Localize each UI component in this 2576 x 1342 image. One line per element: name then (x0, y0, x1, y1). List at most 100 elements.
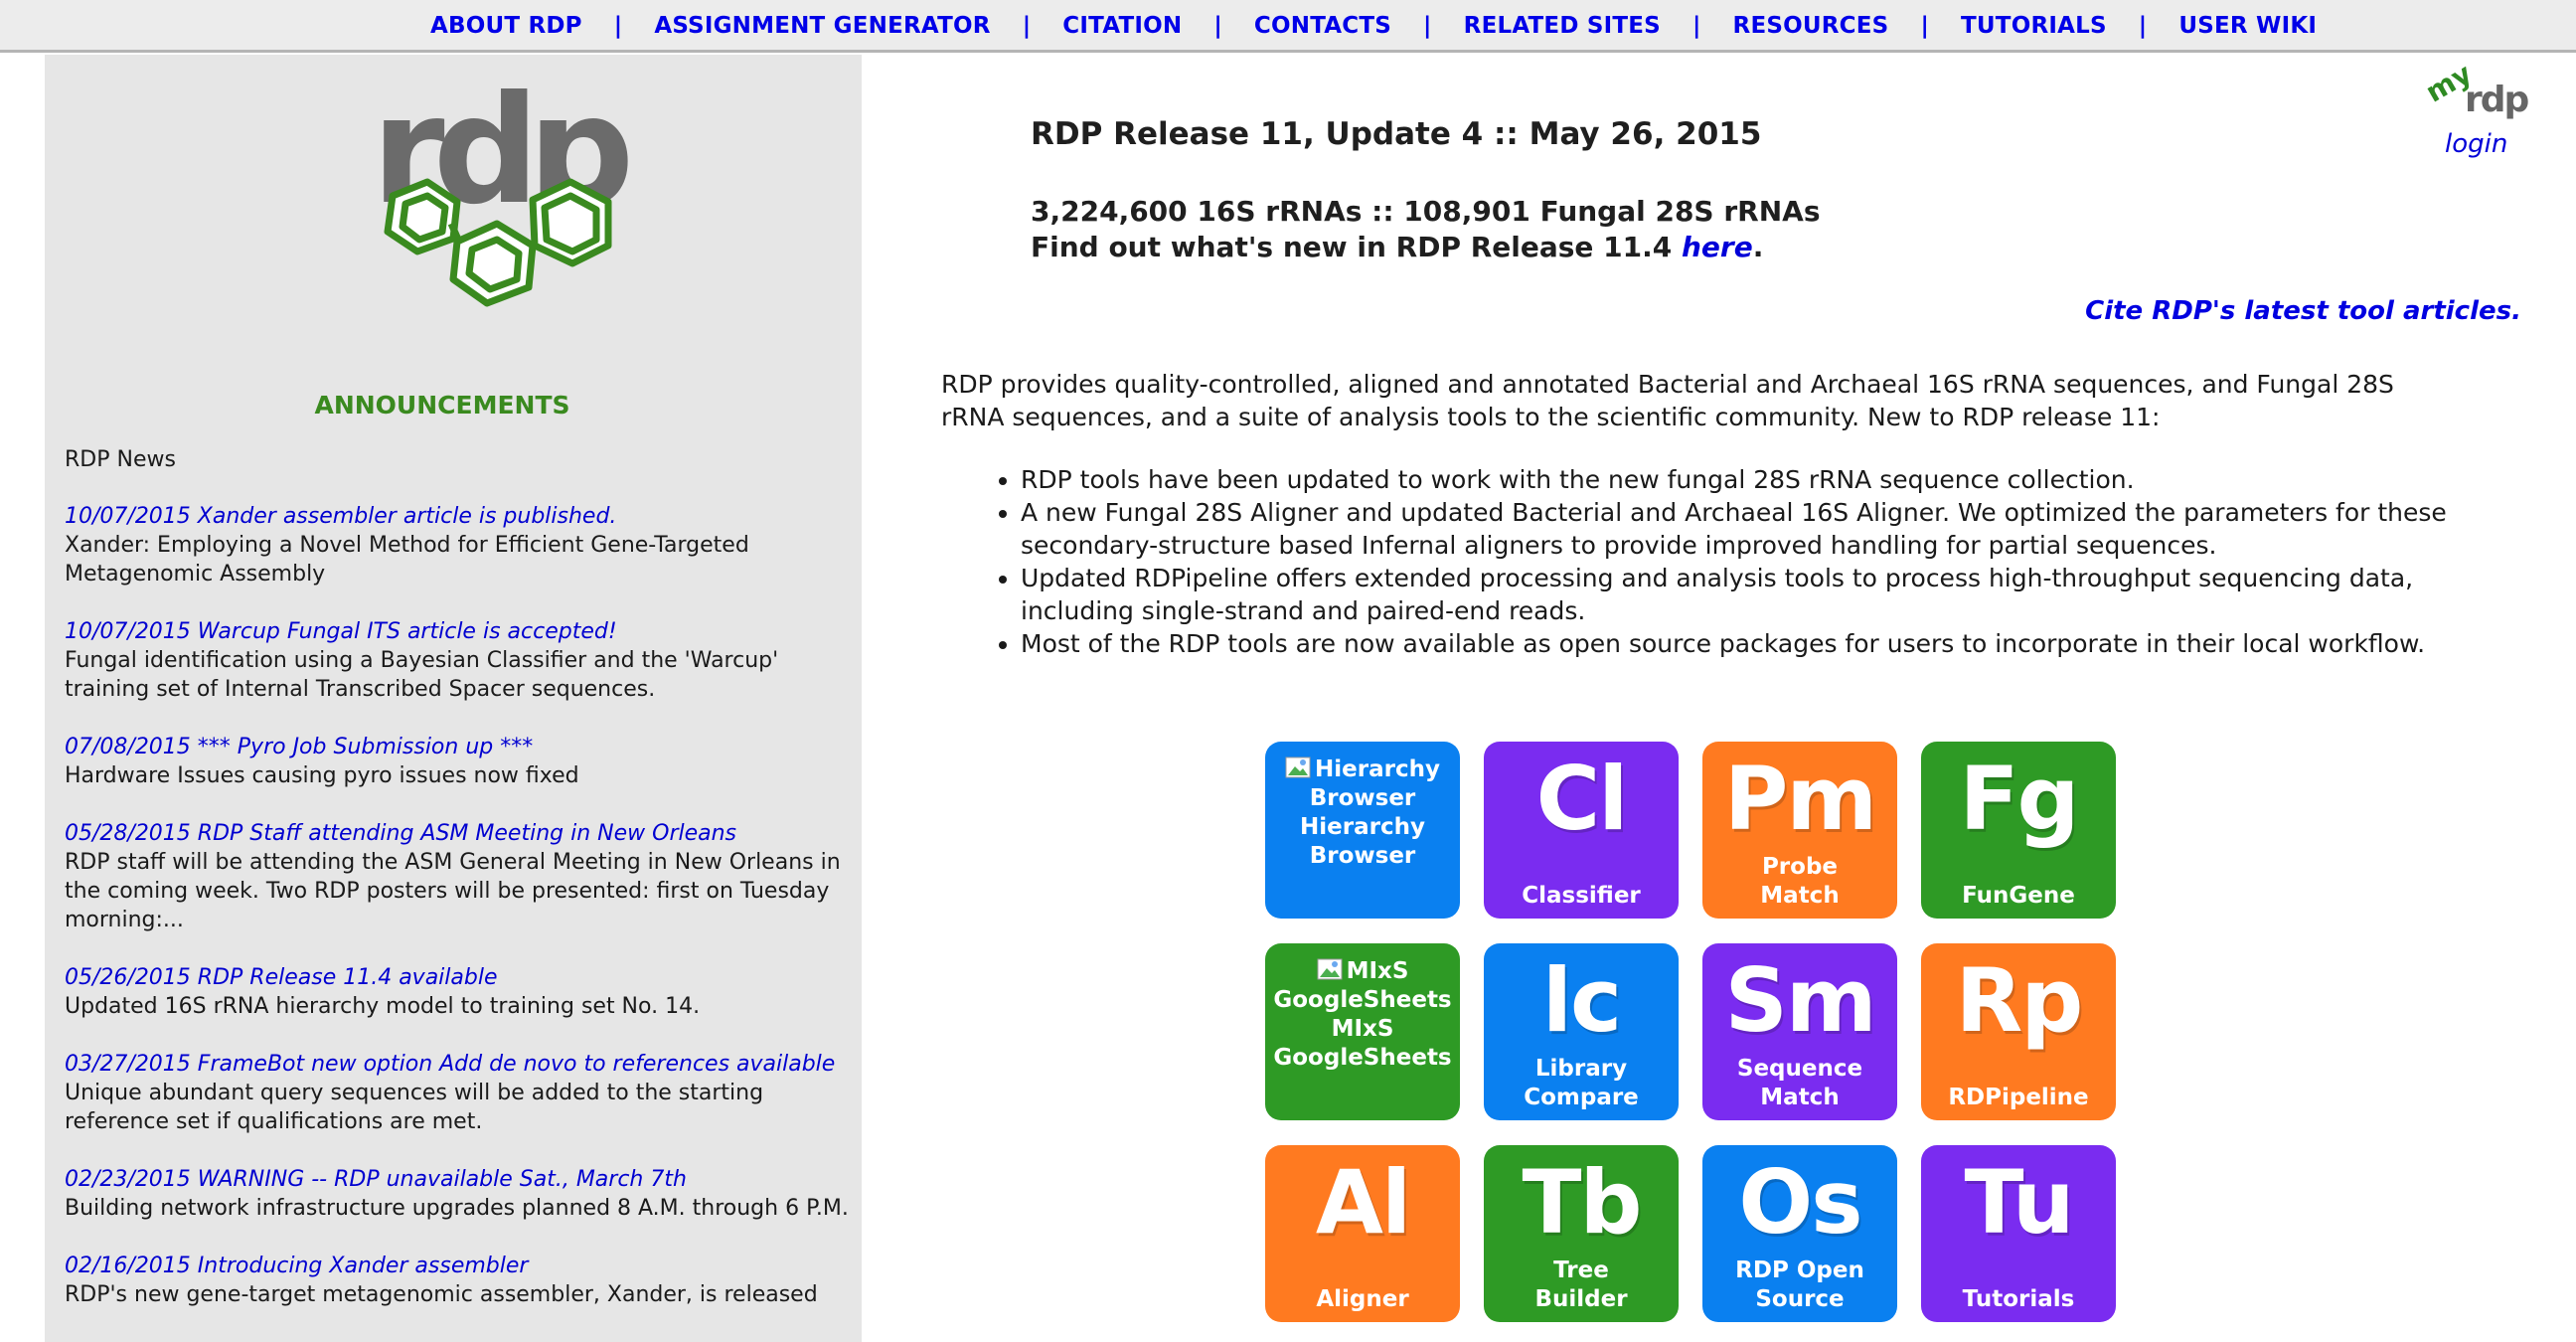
broken-image-icon (1285, 756, 1311, 778)
tool-label: RDP Open Source (1735, 1258, 1864, 1312)
tool-library-compare-icon: lc (1541, 949, 1622, 1052)
nav-separator: | (1213, 13, 1222, 39)
nav-separator: | (1022, 13, 1032, 39)
tool-label: Sequence Match (1736, 1056, 1863, 1110)
sequence-stats: 3,224,600 16S rRNAs :: 108,901 Fungal 28… (1031, 195, 1821, 228)
whats-new-line: Find out what's new in RDP Release 11.4 … (1031, 231, 1763, 263)
tool-label: Classifier (1522, 883, 1641, 909)
tool-label: Hierarchy Browser (1300, 814, 1425, 869)
nav-related-sites[interactable]: RELATED SITES (1464, 13, 1661, 39)
news-description: RDP's new gene-target metagenomic assemb… (65, 1282, 818, 1307)
nav-separator: | (2138, 13, 2148, 39)
tool-label: Aligner (1316, 1286, 1409, 1312)
news-item: 05/26/2015 RDP Release 11.4 available Up… (65, 963, 860, 1021)
news-description: Fungal identification using a Bayesian C… (65, 648, 779, 702)
nav-separator: | (1691, 13, 1701, 39)
cite-articles-link[interactable]: Cite RDP's latest tool articles. (2085, 296, 2521, 326)
tool-probe-match-icon: Pm (1723, 748, 1877, 850)
news-item: 02/23/2015 WARNING -- RDP unavailable Sa… (65, 1165, 860, 1223)
news-description: RDP staff will be attending the ASM Gene… (65, 850, 841, 932)
news-header: RDP News (65, 447, 176, 472)
tool-label: RDPipeline (1948, 1085, 2089, 1110)
tool-rdpipeline[interactable]: Rp RDPipeline (1921, 943, 2116, 1120)
tool-fungene[interactable]: Fg FunGene (1921, 742, 2116, 919)
nav-about-rdp[interactable]: ABOUT RDP (430, 13, 582, 39)
nav-tutorials[interactable]: TUTORIALS (1961, 13, 2107, 39)
nav-separator: | (613, 13, 623, 39)
tool-grid: Hierarchy Browser Hierarchy Browser Cl C… (1265, 742, 2120, 1322)
feature-item: A new Fungal 28S Aligner and updated Bac… (1021, 496, 2511, 562)
announcements-title: ANNOUNCEMENTS (314, 391, 570, 419)
nav-contacts[interactable]: CONTACTS (1254, 13, 1391, 39)
news-item: 10/07/2015 Warcup Fungal ITS article is … (65, 617, 860, 704)
intro-paragraph: RDP provides quality-controlled, aligned… (941, 370, 2394, 431)
tool-classifier-icon: Cl (1535, 748, 1629, 850)
broken-image-alt: MIxS GoogleSheets MIxS GoogleSheets (1271, 957, 1454, 1073)
tool-rdp-open-source[interactable]: Os RDP Open Source (1702, 1145, 1897, 1322)
tool-aligner-icon: Al (1315, 1151, 1411, 1254)
tool-tutorials-icon: Tu (1964, 1151, 2074, 1254)
nav-user-wiki[interactable]: USER WIKI (2178, 13, 2317, 39)
news-link[interactable]: 05/28/2015 RDP Staff attending ASM Meeti… (65, 819, 860, 848)
tool-tree-builder[interactable]: Tb Tree Builder (1484, 1145, 1679, 1322)
myrdp-logo-rdp: rdp (2465, 80, 2529, 119)
tool-label: FunGene (1962, 883, 2075, 909)
nav-citation[interactable]: CITATION (1062, 13, 1182, 39)
feature-item: RDP tools have been updated to work with… (1021, 463, 2511, 496)
nav-assignment-generator[interactable]: ASSIGNMENT GENERATOR (654, 13, 990, 39)
tool-hierarchy-browser[interactable]: Hierarchy Browser Hierarchy Browser (1265, 742, 1460, 919)
whats-new-suffix: . (1752, 231, 1764, 263)
tool-rdp-open-source-icon: Os (1738, 1151, 1862, 1254)
nav-links: ABOUT RDP | ASSIGNMENT GENERATOR | CITAT… (430, 11, 2317, 41)
announcements-sidebar: rdp ANNOUNCEMENTS RDP News 10/07/2015 Xa… (45, 55, 862, 1342)
news-link[interactable]: 10/07/2015 Warcup Fungal ITS article is … (65, 617, 860, 646)
news-link[interactable]: 05/26/2015 RDP Release 11.4 available (65, 963, 860, 992)
release-title: RDP Release 11, Update 4 :: May 26, 2015 (1031, 116, 1762, 152)
feature-item: Updated RDPipeline offers extended proce… (1021, 562, 2511, 627)
broken-image-alt-text: MIxS GoogleSheets (1273, 958, 1452, 1013)
news-description: Unique abundant query sequences will be … (65, 1081, 764, 1134)
news-link[interactable]: 10/07/2015 Xander assembler article is p… (65, 502, 860, 531)
news-description: Xander: Employing a Novel Method for Eff… (65, 533, 749, 587)
broken-image-icon (1317, 958, 1343, 980)
tool-sequence-match[interactable]: Sm Sequence Match (1702, 943, 1897, 1120)
tool-aligner[interactable]: Al Aligner (1265, 1145, 1460, 1322)
tool-probe-match[interactable]: Pm Probe Match (1702, 742, 1897, 919)
news-item: 02/16/2015 Introducing Xander assembler … (65, 1252, 860, 1309)
tool-label: Library Compare (1524, 1056, 1639, 1110)
news-item: 05/28/2015 RDP Staff attending ASM Meeti… (65, 819, 860, 934)
news-link[interactable]: 03/27/2015 FrameBot new option Add de no… (65, 1050, 860, 1079)
feature-item: Most of the RDP tools are now available … (1021, 627, 2511, 660)
tool-label: Probe Match (1760, 854, 1840, 909)
news-item: 10/07/2015 Xander assembler article is p… (65, 502, 860, 588)
myrdp-logo-icon[interactable]: my rdp (2425, 62, 2534, 119)
tool-library-compare[interactable]: lc Library Compare (1484, 943, 1679, 1120)
news-link[interactable]: 07/08/2015 *** Pyro Job Submission up **… (65, 733, 860, 761)
tool-sequence-match-icon: Sm (1724, 949, 1876, 1052)
whats-new-text: Find out what's new in RDP Release 11.4 (1031, 231, 1682, 263)
tool-label: Tree Builder (1534, 1258, 1628, 1312)
broken-image-alt: Hierarchy Browser Hierarchy Browser (1271, 755, 1454, 871)
tool-rdpipeline-icon: Rp (1955, 949, 2084, 1052)
nav-separator: | (1423, 13, 1432, 39)
rdp-logo-icon[interactable]: rdp (348, 75, 646, 343)
top-navigation-bar: ABOUT RDP | ASSIGNMENT GENERATOR | CITAT… (0, 0, 2576, 53)
news-description: Hardware Issues causing pyro issues now … (65, 763, 579, 788)
news-description: Updated 16S rRNA hierarchy model to trai… (65, 994, 701, 1019)
news-description: Building network infrastructure upgrades… (65, 1196, 849, 1221)
tool-label: MIxS GoogleSheets (1273, 1016, 1452, 1071)
nav-resources[interactable]: RESOURCES (1733, 13, 1889, 39)
tool-tree-builder-icon: Tb (1522, 1151, 1642, 1254)
login-link[interactable]: login (2445, 129, 2507, 159)
news-item: 07/08/2015 *** Pyro Job Submission up **… (65, 733, 860, 790)
news-link[interactable]: 02/23/2015 WARNING -- RDP unavailable Sa… (65, 1165, 860, 1194)
tool-mixs-googlesheets[interactable]: MIxS GoogleSheets MIxS GoogleSheets (1265, 943, 1460, 1120)
tool-label: Tutorials (1962, 1286, 2075, 1312)
nav-separator: | (1920, 13, 1930, 39)
news-list: 10/07/2015 Xander assembler article is p… (65, 502, 860, 1338)
news-link[interactable]: 02/16/2015 Introducing Xander assembler (65, 1252, 860, 1280)
tool-classifier[interactable]: Cl Classifier (1484, 742, 1679, 919)
tool-tutorials[interactable]: Tu Tutorials (1921, 1145, 2116, 1322)
whats-new-link[interactable]: here (1682, 231, 1753, 263)
tool-fungene-icon: Fg (1959, 748, 2079, 850)
